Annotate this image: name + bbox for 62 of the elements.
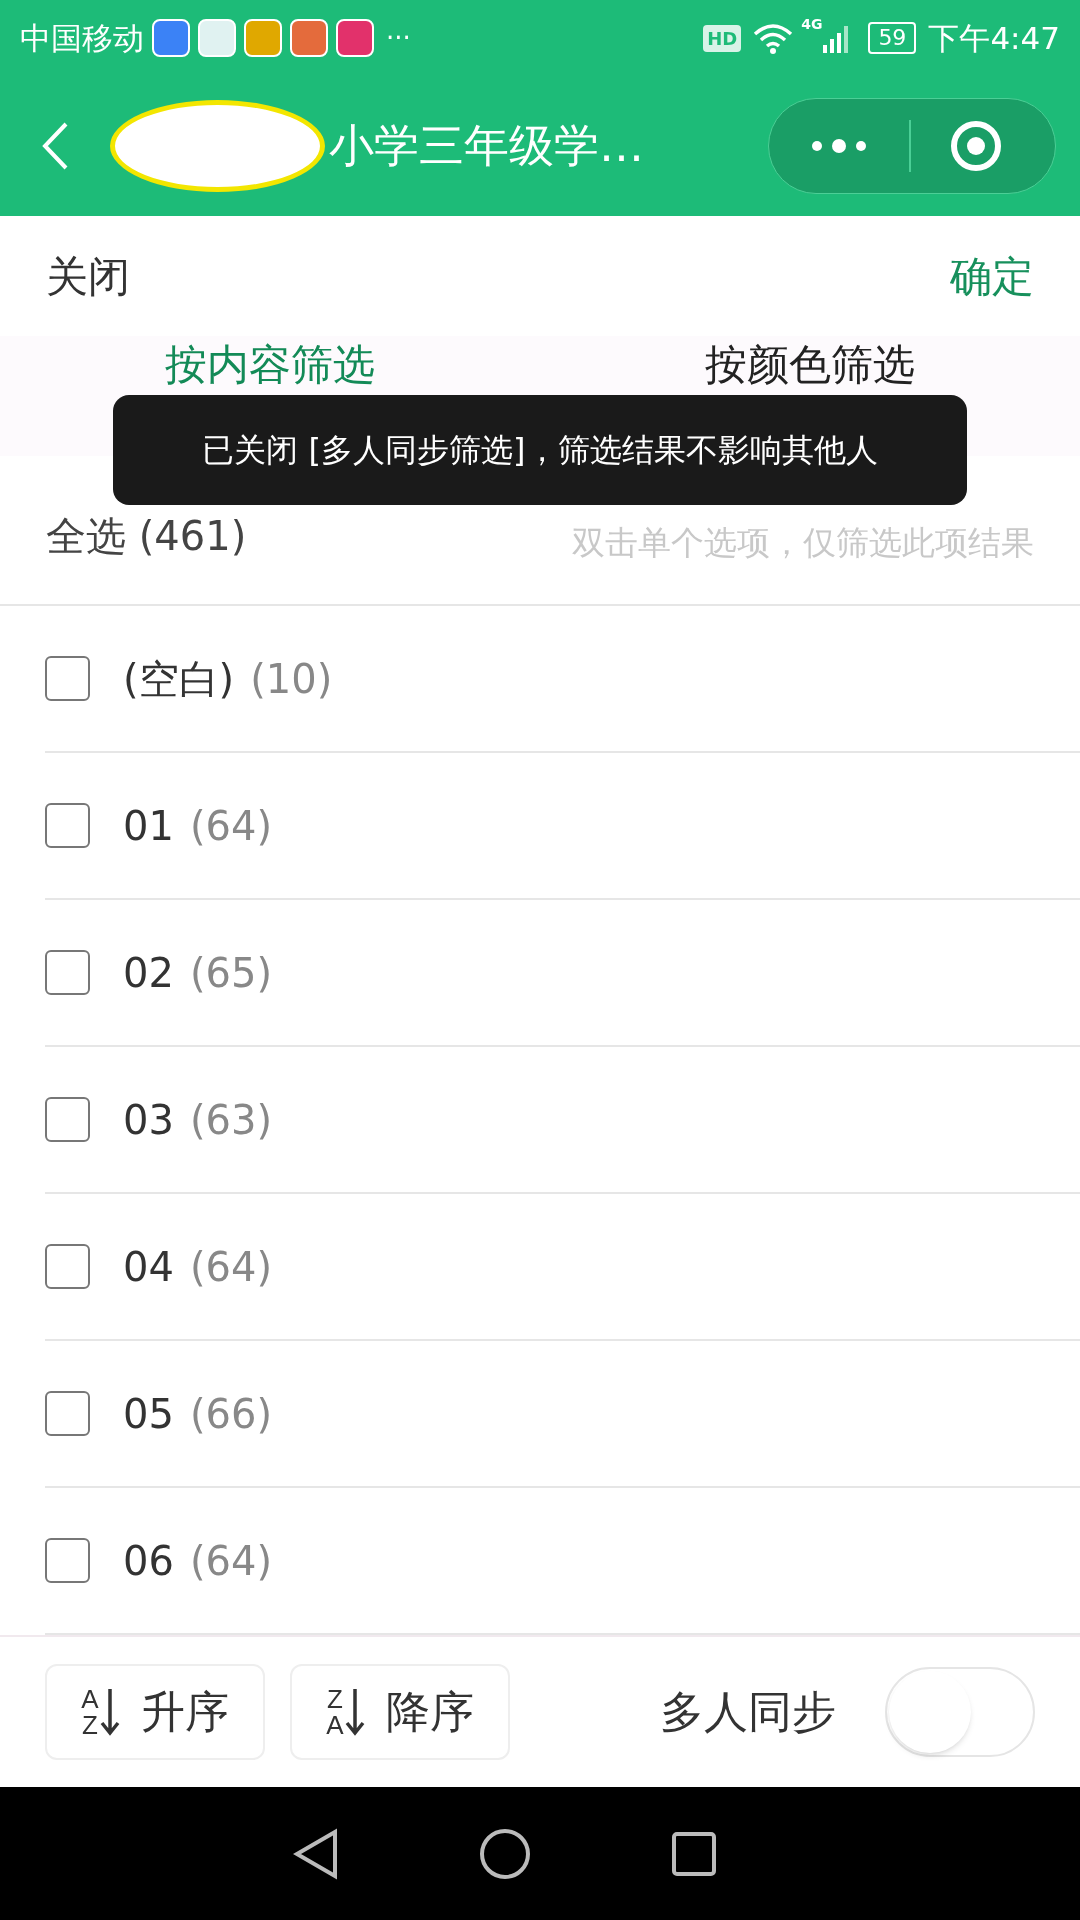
wifi-icon bbox=[753, 22, 794, 54]
checkbox[interactable] bbox=[45, 1244, 90, 1289]
option-label: 02 bbox=[123, 948, 174, 998]
option-count: (10) bbox=[250, 654, 333, 704]
option-count: (64) bbox=[189, 1242, 272, 1292]
checkbox[interactable] bbox=[45, 950, 90, 995]
filter-option[interactable]: 05 (66) bbox=[45, 1341, 1080, 1488]
carrier-name: 中国移动 bbox=[20, 18, 144, 58]
filter-option[interactable]: 04 (64) bbox=[45, 1194, 1080, 1341]
checkbox[interactable] bbox=[45, 1097, 90, 1142]
recents-square-icon[interactable] bbox=[671, 1830, 717, 1877]
down-arrow-icon bbox=[343, 1687, 366, 1737]
app-icon bbox=[152, 19, 190, 57]
network-type: 4G bbox=[801, 15, 823, 34]
option-label: 04 bbox=[123, 1242, 174, 1292]
confirm-button[interactable]: 确定 bbox=[950, 244, 1034, 308]
close-button[interactable]: 关闭 bbox=[46, 244, 130, 308]
filter-option[interactable]: 03 (63) bbox=[45, 1047, 1080, 1194]
filter-option[interactable]: 06 (64) bbox=[45, 1488, 1080, 1635]
checkbox[interactable] bbox=[45, 1538, 90, 1583]
option-count: (66) bbox=[189, 1389, 272, 1439]
down-arrow-icon bbox=[98, 1687, 121, 1737]
page-title: 小学三年级学… bbox=[329, 118, 644, 175]
option-count: (63) bbox=[189, 1095, 272, 1145]
filter-option[interactable]: 02 (65) bbox=[45, 900, 1080, 1047]
more-icon[interactable] bbox=[809, 138, 869, 154]
back-triangle-icon[interactable] bbox=[293, 1827, 339, 1880]
checkbox[interactable] bbox=[45, 803, 90, 848]
home-circle-icon[interactable] bbox=[479, 1827, 531, 1880]
select-all-label[interactable]: 全选 (461) bbox=[46, 514, 247, 558]
battery-indicator: 59 bbox=[868, 22, 917, 54]
app-icon bbox=[336, 19, 374, 57]
back-icon[interactable] bbox=[40, 121, 70, 171]
filter-tab[interactable]: 按颜色筛选 bbox=[705, 342, 915, 388]
sort-letter: Z bbox=[81, 1712, 99, 1738]
option-label: 03 bbox=[123, 1095, 174, 1145]
option-label: 05 bbox=[123, 1389, 174, 1439]
option-label: 06 bbox=[123, 1536, 174, 1586]
sort-letter: A bbox=[326, 1712, 344, 1738]
option-count: (64) bbox=[189, 1536, 272, 1586]
app-icon bbox=[244, 19, 282, 57]
checkbox[interactable] bbox=[45, 656, 90, 701]
more-notifications: ··· bbox=[386, 21, 411, 55]
option-label: (空白) bbox=[123, 654, 235, 704]
close-mini-program-icon[interactable] bbox=[949, 119, 1003, 173]
option-count: (64) bbox=[189, 801, 272, 851]
checkbox[interactable] bbox=[45, 1391, 90, 1436]
filter-option[interactable]: 01 (64) bbox=[45, 753, 1080, 900]
hd-badge: HD bbox=[703, 24, 742, 52]
filter-option[interactable]: (空白) (10) bbox=[45, 606, 1080, 753]
option-label: 01 bbox=[123, 801, 174, 851]
sync-label: 多人同步 bbox=[660, 1685, 836, 1739]
filter-tab[interactable]: 按内容筛选 bbox=[165, 342, 375, 388]
sort-button[interactable]: Z A 降序 bbox=[290, 1664, 510, 1760]
sort-button[interactable]: A Z 升序 bbox=[45, 1664, 265, 1760]
option-count: (65) bbox=[189, 948, 272, 998]
time: 下午4:47 bbox=[928, 18, 1060, 58]
sort-letter: Z bbox=[326, 1686, 344, 1712]
app-icon bbox=[290, 19, 328, 57]
app-icon bbox=[198, 19, 236, 57]
sync-toast: 已关闭 [多人同步筛选]，筛选结果不影响其他人 bbox=[113, 395, 967, 505]
sort-letter: A bbox=[81, 1686, 99, 1712]
